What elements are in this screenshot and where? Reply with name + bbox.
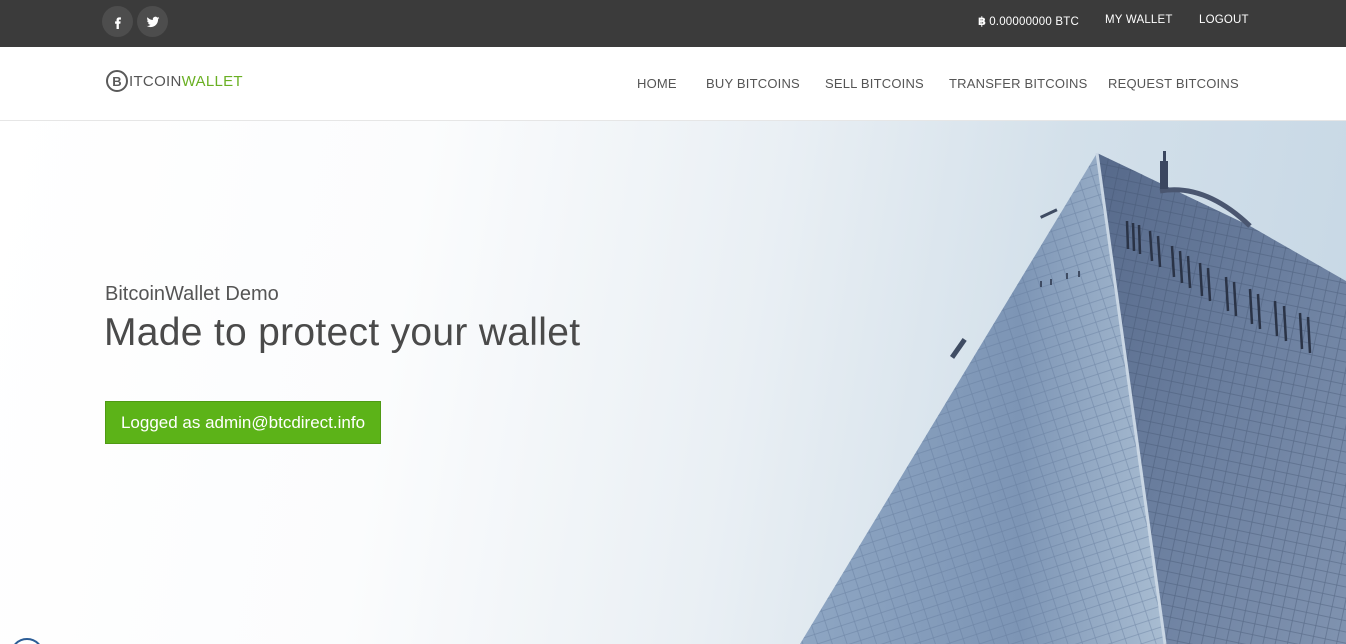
logo[interactable]: B ITCOIN WALLET xyxy=(106,70,243,92)
main-nav: B ITCOIN WALLET HOME BUY BITCOINS SELL B… xyxy=(0,47,1346,121)
top-bar: ฿ 0.00000000 BTC MY WALLET LOGOUT xyxy=(0,0,1346,47)
nav-request-bitcoins[interactable]: REQUEST BITCOINS xyxy=(1108,76,1239,91)
hero-title: Made to protect your wallet xyxy=(104,311,581,354)
bitcoin-icon: ฿ xyxy=(978,16,987,28)
logo-text-wallet: WALLET xyxy=(181,72,243,90)
nav-home[interactable]: HOME xyxy=(637,76,677,91)
my-wallet-link[interactable]: MY WALLET xyxy=(1105,14,1173,26)
balance-value: 0.00000000 BTC xyxy=(989,16,1079,28)
logout-link[interactable]: LOGOUT xyxy=(1199,14,1249,26)
logged-in-button[interactable]: Logged as admin@btcdirect.info xyxy=(105,401,381,444)
skyscraper-image xyxy=(800,151,1346,644)
twitter-icon[interactable] xyxy=(137,6,168,37)
nav-buy-bitcoins[interactable]: BUY BITCOINS xyxy=(706,76,800,91)
hero-section: BitcoinWallet Demo Made to protect your … xyxy=(0,121,1346,644)
bitcoin-coin-icon: B xyxy=(106,70,128,92)
hero-subtitle: BitcoinWallet Demo xyxy=(105,283,279,305)
facebook-icon[interactable] xyxy=(102,6,133,37)
logo-text-bitcoin: ITCOIN xyxy=(129,72,182,90)
nav-sell-bitcoins[interactable]: SELL BITCOINS xyxy=(825,76,924,91)
btc-balance: ฿ 0.00000000 BTC xyxy=(978,14,1079,28)
nav-transfer-bitcoins[interactable]: TRANSFER BITCOINS xyxy=(949,76,1087,91)
